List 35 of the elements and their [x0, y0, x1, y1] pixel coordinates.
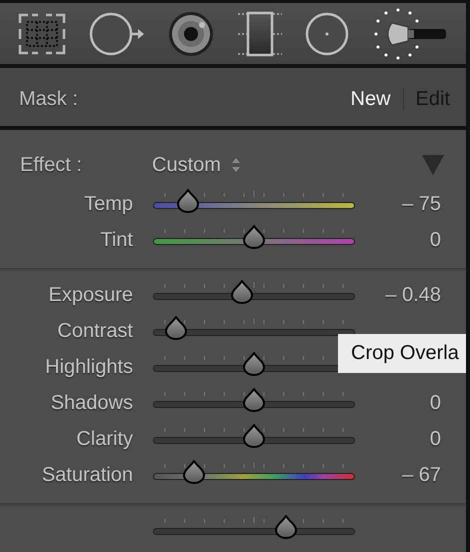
slider-value: 0 [430, 228, 441, 250]
slider-thumb[interactable] [177, 189, 199, 213]
slider-thumb[interactable] [165, 316, 187, 340]
slider-thumb[interactable] [243, 388, 265, 412]
tooltip: Crop Overla [338, 334, 466, 373]
slider-thumb[interactable] [231, 280, 253, 304]
spot-removal-icon[interactable] [88, 10, 146, 56]
slider-value: – 67 [402, 464, 441, 486]
mask-label: Mask : [19, 88, 78, 110]
slider-value: – 75 [402, 192, 441, 214]
slider-thumb[interactable] [243, 225, 265, 249]
slider-label: Highlights [45, 356, 133, 378]
slider-label: Clarity [76, 428, 133, 450]
slider-label: Exposure [48, 284, 133, 306]
slider-label: Tint [100, 228, 133, 250]
radial-filter-icon[interactable] [304, 10, 350, 56]
slider-value: 0 [430, 392, 441, 414]
slider-thumb[interactable] [243, 424, 265, 448]
mask-mode-tab[interactable]: New [350, 88, 391, 110]
eye-icon[interactable] [167, 10, 216, 58]
effect-label: Effect : [20, 154, 83, 176]
graduated-filter-icon[interactable] [236, 10, 283, 56]
stepper-icon [230, 157, 241, 173]
slider-label: Saturation [42, 464, 133, 486]
slider-value: – 0.48 [385, 284, 441, 306]
crop-icon[interactable] [18, 12, 66, 54]
slider-value: 0 [430, 428, 441, 450]
slider-thumb[interactable] [183, 460, 205, 484]
slider-thumb[interactable] [275, 515, 297, 539]
effect-dropdown[interactable]: Custom [152, 154, 241, 176]
slider-label: Contrast [57, 320, 133, 342]
brush-icon[interactable] [372, 6, 448, 60]
slider-thumb[interactable] [243, 352, 265, 376]
slider-label: Temp [84, 192, 133, 214]
slider-label: Shadows [50, 392, 133, 414]
